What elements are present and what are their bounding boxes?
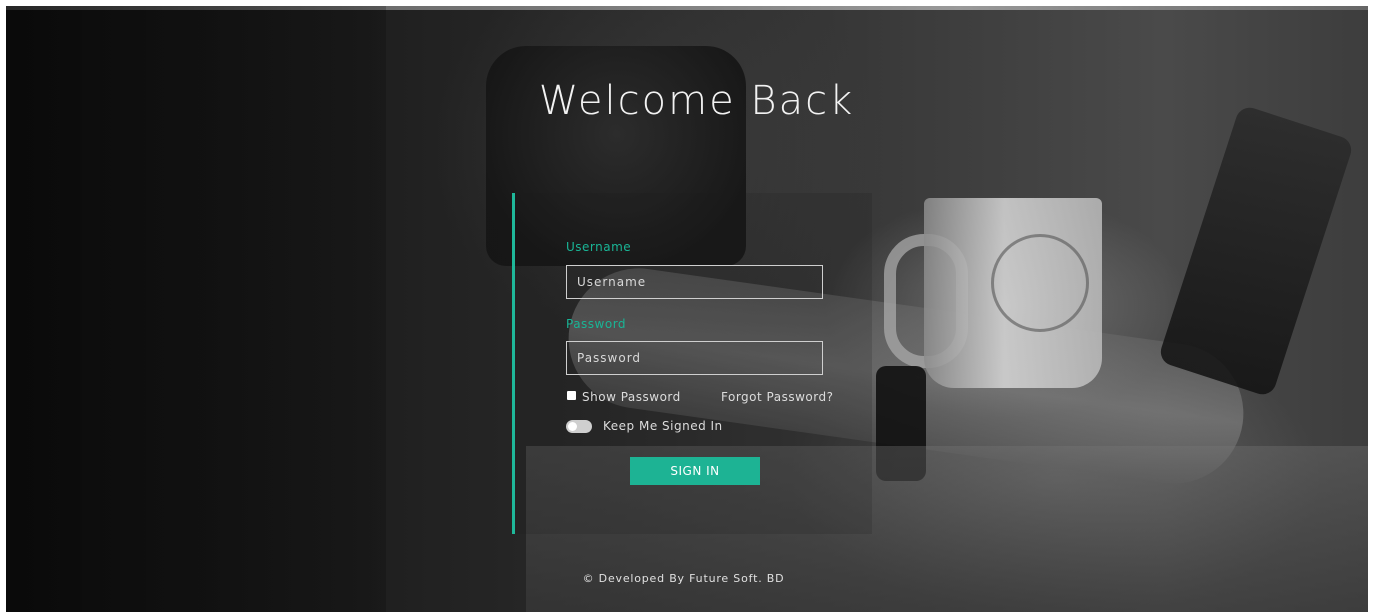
background-tablet: [1157, 104, 1355, 398]
username-label: Username: [566, 240, 632, 254]
show-password-label[interactable]: Show Password: [582, 390, 681, 404]
keep-signed-in-label: Keep Me Signed In: [603, 419, 723, 433]
show-password-checkbox[interactable]: [567, 391, 576, 400]
background-cup-logo: [991, 234, 1089, 332]
keep-signed-in-toggle[interactable]: [566, 420, 592, 433]
footer-credit: © Developed By Future Soft. BD: [582, 572, 785, 585]
forgot-password-link[interactable]: Forgot Password?: [721, 390, 833, 404]
login-panel: Username Password Show Password Forgot P…: [512, 193, 872, 534]
password-label: Password: [566, 317, 627, 331]
page-title: Welcome Back: [538, 78, 855, 124]
sign-in-button[interactable]: SIGN IN: [630, 457, 760, 485]
toggle-knob: [568, 422, 577, 431]
password-input[interactable]: [566, 341, 823, 375]
username-input[interactable]: [566, 265, 823, 299]
